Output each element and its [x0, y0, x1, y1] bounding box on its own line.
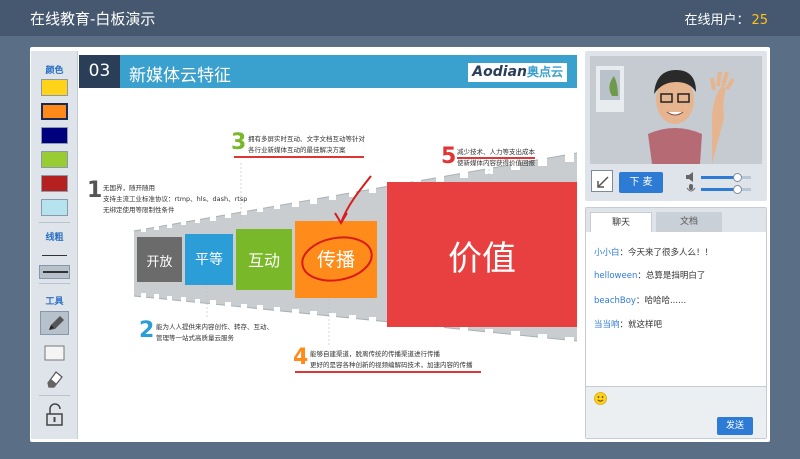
eraser-icon: [47, 371, 63, 388]
note-text-2: 能为人人提供来内容创作、转存、互动、 管理等一站式高质量云服务: [156, 323, 273, 342]
app-title: 在线教育-白板演示: [30, 10, 156, 28]
online-users-label: 在线用户：: [684, 13, 750, 28]
teacher-video[interactable]: [590, 56, 762, 164]
tab-chat[interactable]: 聊天: [590, 212, 652, 232]
note-text-3: 拥有多屏实时互动、文字文档互动等针对 各行业新媒体互动的最佳解决方案: [248, 135, 365, 154]
line-thin-option[interactable]: [39, 249, 70, 263]
note-text-4: 能够自建渠道，脱离传统的传播渠道进行传播 更好的是容各种创新的视频编解码技术，加…: [310, 350, 473, 369]
frame-label-open: 开放: [146, 255, 173, 270]
chat-panel: 聊天 文档 小小白：今天来了很多人么！！ helloween：总算是挡明白了 b…: [585, 207, 767, 439]
mic-knob[interactable]: [733, 185, 742, 194]
unlock-button[interactable]: [40, 401, 69, 429]
online-users: 在线用户： 25: [684, 9, 768, 28]
red-underline-annotation: [234, 156, 364, 158]
whiteboard-slide[interactable]: 03 新媒体云特征 Aodian奥点云 开放 平等 互动 传播 价值 1 无国界…: [79, 51, 577, 439]
chat-text: ：就这样吧: [619, 320, 663, 330]
chat-input-area[interactable]: 发送: [586, 386, 766, 438]
toolbar-divider: [39, 395, 70, 396]
chat-text: ：哈哈哈......: [635, 296, 687, 306]
expand-icon: [597, 176, 609, 188]
frame-label-spread: 传播: [316, 249, 355, 271]
volume-knob[interactable]: [733, 173, 742, 182]
chat-text: ：总算是挡明白了: [637, 271, 706, 281]
leave-mic-button[interactable]: 下 麦: [619, 172, 663, 193]
eraser-tool-button[interactable]: [40, 367, 69, 391]
frame-label-interact: 互动: [247, 251, 280, 270]
note-number-1: 1: [87, 178, 103, 203]
color-section-label: 颜色: [45, 66, 64, 76]
chat-message: helloween：总算是挡明白了: [594, 269, 705, 281]
color-swatch-red[interactable]: [41, 175, 68, 192]
color-swatch-yellow[interactable]: [41, 79, 68, 96]
mic-fill: [701, 188, 737, 191]
top-bar: 在线教育-白板演示 在线用户： 25: [0, 0, 800, 36]
volume-fill: [701, 176, 737, 179]
speaker-icon: [686, 172, 693, 182]
color-swatch-navy[interactable]: [41, 127, 68, 144]
video-panel: 下 麦: [585, 51, 767, 201]
note-number-3: 3: [231, 130, 247, 155]
frame-label-equal: 平等: [195, 252, 223, 268]
tools-section-label: 工具: [45, 297, 64, 307]
teacher-avatar-image: [590, 56, 762, 164]
pen-icon: [49, 316, 64, 330]
toolbar-divider: [39, 283, 70, 284]
toolbar-divider: [39, 222, 70, 223]
chat-username: helloween: [594, 271, 638, 281]
note-number-5: 5: [441, 144, 457, 169]
rectangle-icon: [44, 345, 65, 361]
pen-tool-button[interactable]: [40, 311, 69, 335]
note-text-1: 无国界，随开随用 支持主流工业标准协议：rtmp、hls、dash、rtsp 无…: [103, 184, 248, 214]
chat-text: ：今天来了很多人么！！: [619, 248, 714, 258]
note-number-4: 4: [293, 345, 309, 370]
emoji-icon[interactable]: [594, 392, 607, 405]
chat-tabs: 聊天 文档: [586, 208, 766, 232]
tab-documents[interactable]: 文档: [656, 212, 722, 232]
red-underline-annotation: [457, 157, 535, 159]
chat-message: 小小白：今天来了很多人么！！: [594, 246, 713, 258]
send-button[interactable]: 发送: [717, 417, 753, 435]
chat-username: beachBoy: [594, 296, 636, 306]
line-medium-option[interactable]: [39, 265, 70, 279]
online-users-count: 25: [751, 13, 768, 28]
color-swatch-light-blue[interactable]: [41, 199, 68, 216]
chat-message: 当当响：就这样吧: [594, 318, 662, 330]
color-swatch-green[interactable]: [41, 151, 68, 168]
chat-message: beachBoy：哈哈哈......: [594, 294, 686, 306]
mic-slider[interactable]: [685, 184, 757, 194]
unlock-icon: [46, 403, 63, 426]
note-number-2: 2: [139, 318, 155, 343]
volume-slider[interactable]: [685, 172, 757, 182]
microphone-icon: [686, 184, 696, 192]
chat-username: 小小白: [594, 248, 620, 258]
thickness-section-label: 线粗: [45, 233, 64, 243]
color-swatch-orange[interactable]: [41, 103, 68, 120]
rectangle-tool-button[interactable]: [40, 341, 69, 365]
frame-label-value: 价值: [448, 239, 516, 279]
chat-username: 当当响: [594, 320, 620, 330]
red-underline-annotation: [295, 371, 481, 373]
whiteboard-toolbar: 颜色 线粗 工具: [31, 51, 78, 439]
fullscreen-button[interactable]: [591, 170, 613, 192]
